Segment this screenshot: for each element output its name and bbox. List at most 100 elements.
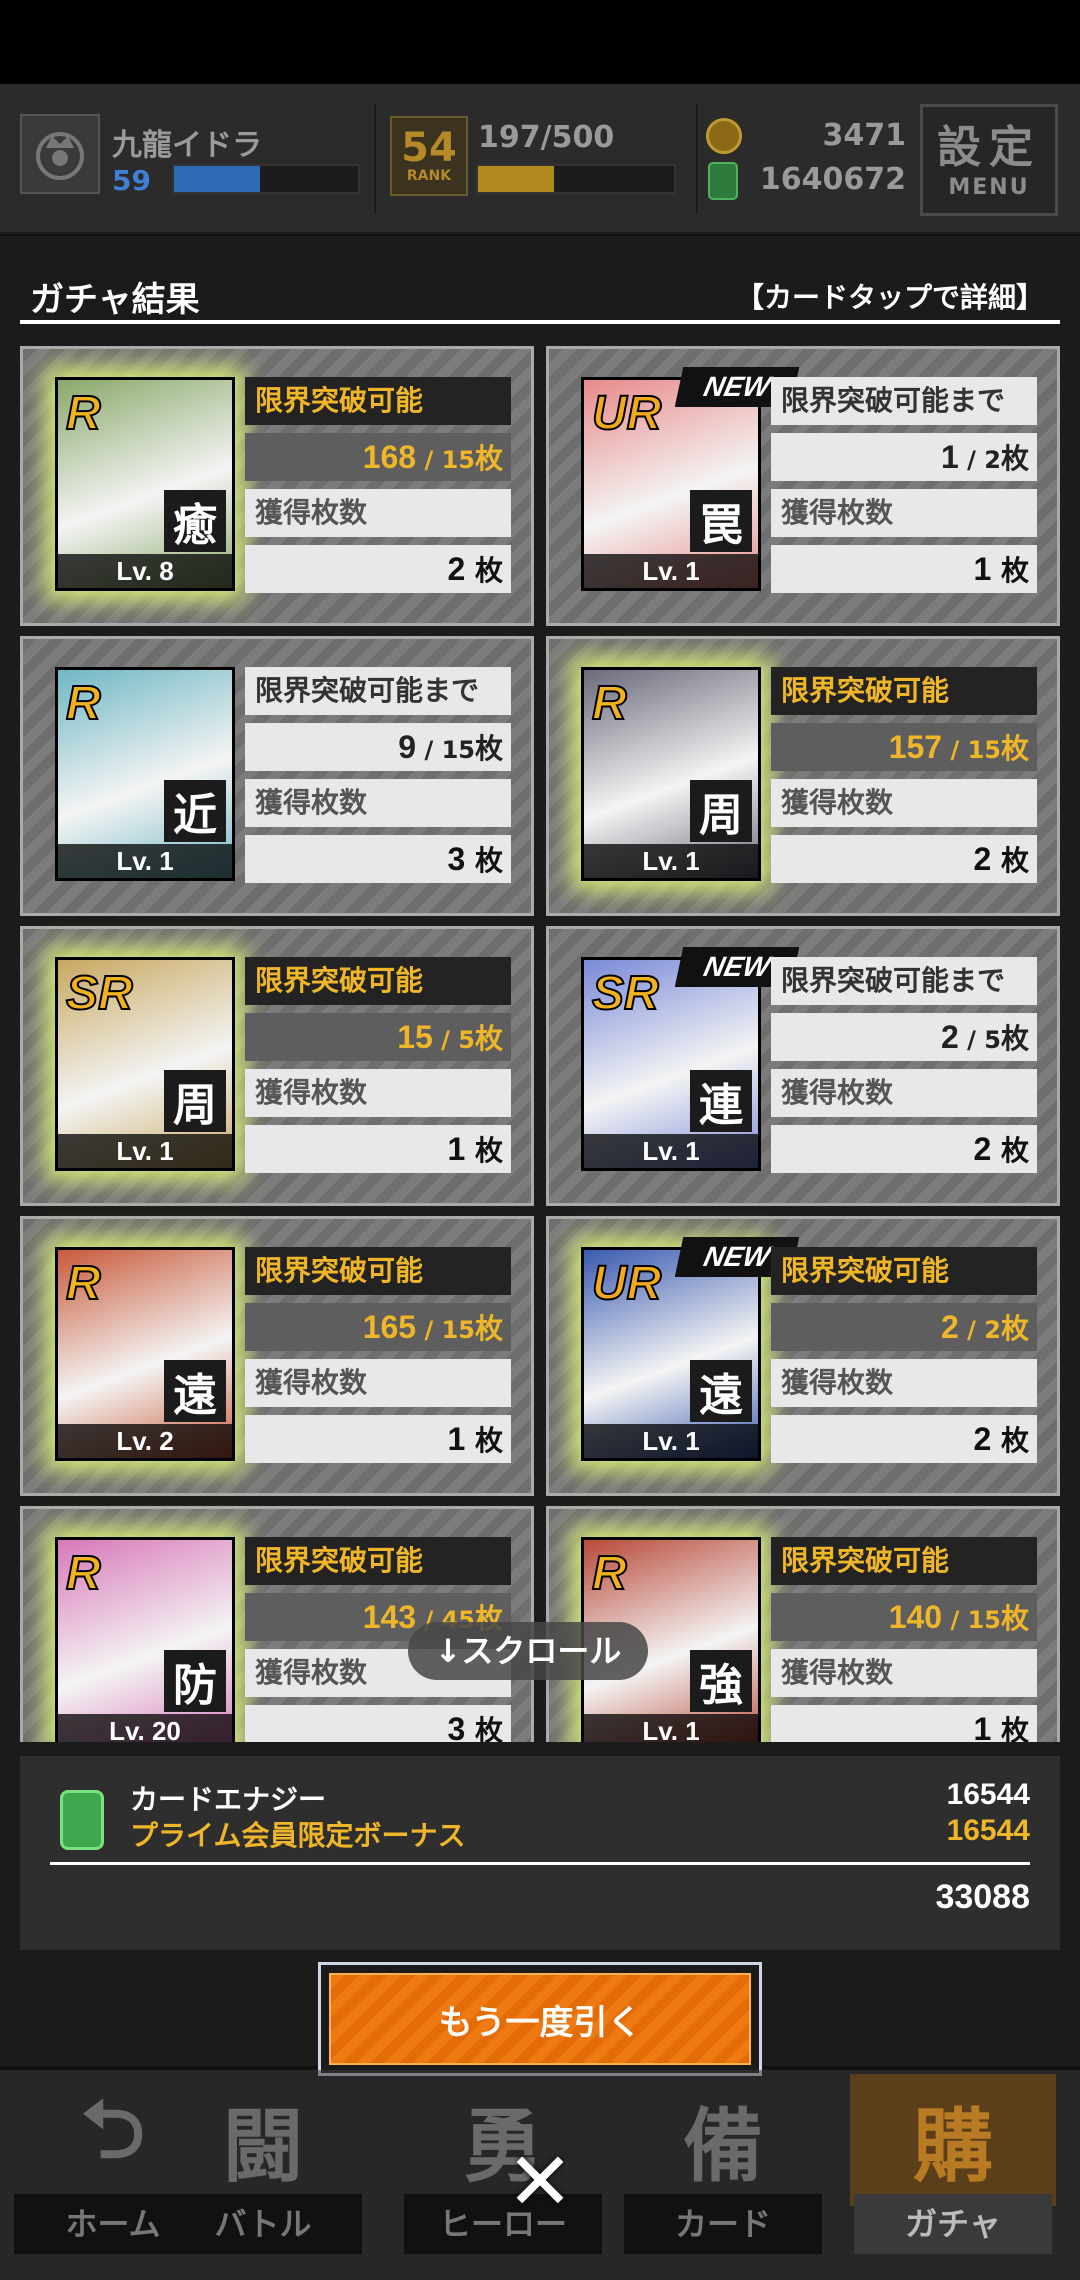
- card-level: Lv. 1: [584, 1134, 758, 1168]
- draw-again-button[interactable]: もう一度引く: [318, 1962, 762, 2076]
- rank-bar: [476, 164, 676, 194]
- obtained-label: 獲得枚数: [771, 1069, 1037, 1117]
- card-thumbnail: UR 罠 Lv. 1: [581, 377, 761, 591]
- role-badge: 周: [164, 1070, 226, 1132]
- status-bar: [0, 0, 1080, 84]
- card-level: Lv. 1: [584, 1714, 758, 1742]
- card-level: Lv. 8: [58, 554, 232, 588]
- tap-hint: 【カードタップで詳細】: [735, 281, 1044, 314]
- card-icon: 備: [683, 2100, 763, 2193]
- needed-count: 15: [967, 736, 1001, 764]
- coin-count: 3471: [822, 118, 907, 153]
- player-avatar[interactable]: [20, 114, 100, 194]
- coin-icon: [706, 118, 742, 154]
- card-thumbnail: SR 連 Lv. 1: [581, 957, 761, 1171]
- nav-gacha[interactable]: 購ガチャ: [850, 2074, 1056, 2274]
- rank-bar-fill: [478, 166, 555, 192]
- limit-break-progress: 140 / 15枚: [771, 1593, 1037, 1641]
- rarity-badge: SR: [65, 966, 134, 1021]
- rank-number: 54: [401, 125, 457, 171]
- card-level: Lv. 2: [58, 1424, 232, 1458]
- unit-label: 枚: [1000, 1312, 1029, 1345]
- energy-icon: [708, 162, 738, 200]
- limit-break-status: 限界突破可能: [771, 1537, 1037, 1585]
- limit-break-progress: 165 / 15枚: [245, 1303, 511, 1351]
- obtained-count: 3 枚: [245, 835, 511, 883]
- owned-count: 143: [362, 1599, 417, 1635]
- unit-label: 枚: [1000, 442, 1029, 475]
- rarity-badge: SR: [591, 966, 660, 1021]
- gacha-result-card[interactable]: R 近 Lv. 1 限界突破可能まで 9 / 15枚 獲得枚数 3 枚: [20, 636, 534, 916]
- header-divider: [374, 104, 376, 214]
- obtained-label: 獲得枚数: [771, 489, 1037, 537]
- obtained-number: 2: [973, 1421, 992, 1457]
- role-badge: 連: [690, 1070, 752, 1132]
- owned-count: 168: [362, 439, 417, 475]
- nav-label: カード: [624, 2194, 822, 2254]
- card-level: Lv. 1: [58, 1134, 232, 1168]
- obtained-number: 3: [447, 841, 466, 877]
- gacha-result-card[interactable]: R 遠 Lv. 2 限界突破可能 165 / 15枚 獲得枚数 1 枚: [20, 1216, 534, 1496]
- role-badge: 近: [164, 780, 226, 842]
- settings-menu-button[interactable]: 設定 MENU: [920, 104, 1058, 216]
- xp-bar-fill: [174, 166, 261, 192]
- obtained-count: 2 枚: [771, 835, 1037, 883]
- rarity-badge: R: [65, 676, 102, 731]
- nav-label: バトル: [164, 2194, 362, 2254]
- nav-card[interactable]: 備カード: [620, 2074, 826, 2274]
- prime-bonus-value: 16544: [946, 1814, 1030, 1847]
- owned-count: 2: [941, 1019, 959, 1055]
- obtained-count: 2 枚: [245, 545, 511, 593]
- role-badge: 強: [690, 1650, 752, 1712]
- rarity-badge: UR: [591, 386, 662, 441]
- unit-label: 枚: [1000, 554, 1029, 587]
- rarity-badge: R: [591, 1546, 628, 1601]
- obtained-number: 3: [447, 1711, 466, 1742]
- owned-count: 157: [888, 729, 943, 765]
- card-thumbnail: R 癒 Lv. 8: [55, 377, 235, 591]
- limit-break-progress: 168 / 15枚: [245, 433, 511, 481]
- energy-count: 1640672: [759, 162, 906, 197]
- unit-label: 枚: [474, 844, 503, 877]
- card-energy-panel: カードエナジー プライム会員限定ボーナス 16544 16544 33088: [20, 1756, 1060, 1950]
- settings-label: 設定: [937, 122, 1041, 173]
- rarity-badge: R: [65, 386, 102, 441]
- page-title: ガチャ結果: [30, 280, 200, 320]
- gacha-result-card[interactable]: R 癒 Lv. 8 限界突破可能 168 / 15枚 獲得枚数 2 枚: [20, 346, 534, 626]
- limit-break-status: 限界突破可能まで: [771, 377, 1037, 425]
- owned-count: 15: [397, 1019, 433, 1055]
- limit-break-progress: 2 / 2枚: [771, 1303, 1037, 1351]
- obtained-label: 獲得枚数: [245, 779, 511, 827]
- limit-break-status: 限界突破可能: [245, 377, 511, 425]
- unit-label: 枚: [1000, 1424, 1029, 1457]
- limit-break-status: 限界突破可能: [245, 1537, 511, 1585]
- unit-label: 枚: [1000, 732, 1029, 765]
- unit-label: 枚: [1000, 1022, 1029, 1055]
- obtained-count: 2 枚: [771, 1415, 1037, 1463]
- gacha-result-card[interactable]: R 周 Lv. 1 限界突破可能 157 / 15枚 獲得枚数 2 枚: [546, 636, 1060, 916]
- role-badge: 遠: [164, 1360, 226, 1422]
- close-icon[interactable]: ✕: [500, 2142, 580, 2222]
- rarity-badge: R: [65, 1256, 102, 1311]
- gacha-result-card[interactable]: UR 遠 Lv. 1 NEW 限界突破可能 2 / 2枚 獲得枚数 2 枚: [546, 1216, 1060, 1496]
- obtained-number: 1: [447, 1421, 466, 1457]
- unit-label: 枚: [1000, 1602, 1029, 1635]
- role-badge: 癒: [164, 490, 226, 552]
- obtained-number: 1: [447, 1131, 466, 1167]
- card-thumbnail: R 防 Lv. 20: [55, 1537, 235, 1742]
- owned-count: 165: [362, 1309, 417, 1345]
- owned-count: 2: [941, 1309, 959, 1345]
- obtained-number: 1: [973, 1711, 992, 1742]
- gacha-result-card[interactable]: UR 罠 Lv. 1 NEW 限界突破可能まで 1 / 2枚 獲得枚数 1 枚: [546, 346, 1060, 626]
- card-thumbnail: UR 遠 Lv. 1: [581, 1247, 761, 1461]
- needed-count: 2: [984, 446, 1001, 474]
- scroll-indicator: ↓スクロール: [408, 1622, 648, 1680]
- unit-label: 枚: [474, 1312, 503, 1345]
- nav-battle[interactable]: 闘バトル: [160, 2074, 366, 2274]
- limit-break-status: 限界突破可能まで: [245, 667, 511, 715]
- limit-break-status: 限界突破可能: [771, 1247, 1037, 1295]
- nav-label: ガチャ: [854, 2194, 1052, 2254]
- obtained-count: 1 枚: [245, 1415, 511, 1463]
- gacha-result-card[interactable]: SR 周 Lv. 1 限界突破可能 15 / 5枚 獲得枚数 1 枚: [20, 926, 534, 1206]
- gacha-result-card[interactable]: SR 連 Lv. 1 NEW 限界突破可能まで 2 / 5枚 獲得枚数 2 枚: [546, 926, 1060, 1206]
